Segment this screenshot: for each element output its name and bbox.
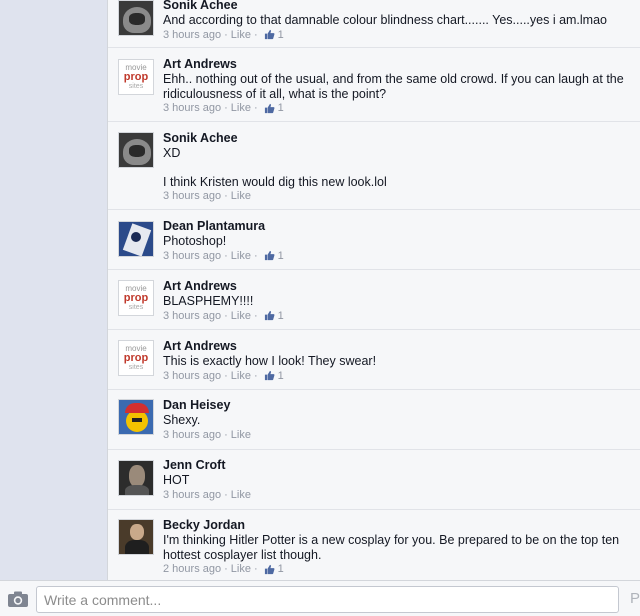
left-sidebar-strip xyxy=(0,0,107,580)
avatar[interactable] xyxy=(118,0,154,36)
avatar[interactable]: movie prop sites xyxy=(118,59,154,95)
commenter-name[interactable]: Jenn Croft xyxy=(163,458,633,473)
comment-text: HOT xyxy=(163,473,190,487)
logo-text: prop xyxy=(123,291,149,304)
commenter-name[interactable]: Art Andrews xyxy=(163,279,633,294)
thumbs-up-icon[interactable] xyxy=(264,564,275,575)
comment-item: Sonik Achee And according to that damnab… xyxy=(108,0,640,48)
logo-text: prop xyxy=(123,70,149,83)
commenter-name[interactable]: Dan Heisey xyxy=(163,398,633,413)
like-count[interactable]: 1 xyxy=(278,101,284,115)
comment-item: movie prop sites Art Andrews This is exa… xyxy=(108,330,640,390)
comment-composer: Post xyxy=(0,580,640,616)
timestamp[interactable]: 3 hours ago xyxy=(163,488,221,502)
like-count[interactable]: 1 xyxy=(278,309,284,323)
comment-meta: 3 hours ago · Like · 1 xyxy=(163,101,284,115)
timestamp[interactable]: 3 hours ago xyxy=(163,249,221,263)
thumbs-up-icon[interactable] xyxy=(264,370,275,381)
commenter-name[interactable]: Sonik Achee xyxy=(163,131,633,146)
timestamp[interactable]: 2 hours ago xyxy=(163,562,221,576)
avatar[interactable] xyxy=(118,399,154,435)
comment-meta: 2 hours ago · Like · 1 xyxy=(163,562,284,576)
like-link[interactable]: Like xyxy=(231,562,251,576)
commenter-name[interactable]: Sonik Achee xyxy=(163,0,633,13)
comment-meta: 3 hours ago · Like xyxy=(163,428,251,442)
avatar[interactable] xyxy=(118,132,154,168)
commenter-name[interactable]: Dean Plantamura xyxy=(163,219,633,234)
like-link[interactable]: Like xyxy=(231,369,251,383)
comment-input[interactable] xyxy=(36,586,619,613)
comment-item: Becky Jordan I'm thinking Hitler Potter … xyxy=(108,510,640,580)
comment-text-second: I think Kristen would dig this new look.… xyxy=(163,174,387,189)
like-count[interactable]: 1 xyxy=(278,28,284,42)
like-link[interactable]: Like xyxy=(231,428,251,442)
thumbs-up-icon[interactable] xyxy=(264,103,275,114)
comment-meta: 3 hours ago · Like · 1 xyxy=(163,309,284,323)
thumbs-up-icon[interactable] xyxy=(264,29,275,40)
comment-item: Sonik Achee XD I think Kristen would dig… xyxy=(108,122,640,210)
comment-meta: 3 hours ago · Like xyxy=(163,189,251,203)
comment-item: Jenn Croft HOT 3 hours ago · Like xyxy=(108,450,640,510)
like-link[interactable]: Like xyxy=(231,488,251,502)
logo-text: sites xyxy=(128,363,144,371)
comment-item: Dean Plantamura Photoshop! 3 hours ago · … xyxy=(108,210,640,270)
comment-meta: 3 hours ago · Like · 1 xyxy=(163,249,284,263)
post-button[interactable]: Post xyxy=(630,590,640,607)
timestamp[interactable]: 3 hours ago xyxy=(163,28,221,42)
avatar[interactable]: movie prop sites xyxy=(118,280,154,316)
commenter-name[interactable]: Art Andrews xyxy=(163,57,633,72)
logo-text: prop xyxy=(123,351,149,364)
thumbs-up-icon[interactable] xyxy=(264,250,275,261)
comment-text: BLASPHEMY!!!! xyxy=(163,294,254,308)
comment-text: XD xyxy=(163,146,181,160)
like-count[interactable]: 1 xyxy=(278,249,284,263)
comment-item: movie prop sites Art Andrews Ehh.. nothi… xyxy=(108,48,640,122)
commenter-name[interactable]: Becky Jordan xyxy=(163,518,633,533)
comment-text: Shexy. xyxy=(163,413,201,427)
like-link[interactable]: Like xyxy=(231,28,251,42)
like-link[interactable]: Like xyxy=(231,189,251,203)
like-count[interactable]: 1 xyxy=(278,562,284,576)
thumbs-up-icon[interactable] xyxy=(264,310,275,321)
comment-text: I'm thinking Hitler Potter is a new cosp… xyxy=(163,533,620,562)
logo-text: sites xyxy=(128,82,144,90)
camera-icon[interactable] xyxy=(7,590,29,608)
timestamp[interactable]: 3 hours ago xyxy=(163,101,221,115)
comment-item: movie prop sites Art Andrews BLASPHEMY!!… xyxy=(108,270,640,330)
timestamp[interactable]: 3 hours ago xyxy=(163,309,221,323)
timestamp[interactable]: 3 hours ago xyxy=(163,189,221,203)
comment-item: Dan Heisey Shexy. 3 hours ago · Like xyxy=(108,390,640,450)
comment-meta: 3 hours ago · Like · 1 xyxy=(163,369,284,383)
logo-text: sites xyxy=(128,303,144,311)
avatar[interactable] xyxy=(118,221,154,257)
comment-feed[interactable]: Sonik Achee And according to that damnab… xyxy=(107,0,640,580)
comment-text: Photoshop! xyxy=(163,234,227,248)
avatar[interactable] xyxy=(118,519,154,555)
comment-meta: 3 hours ago · Like · 1 xyxy=(163,28,284,42)
commenter-name[interactable]: Art Andrews xyxy=(163,339,633,354)
like-count[interactable]: 1 xyxy=(278,369,284,383)
like-link[interactable]: Like xyxy=(231,101,251,115)
timestamp[interactable]: 3 hours ago xyxy=(163,428,221,442)
comment-text: Ehh.. nothing out of the usual, and from… xyxy=(163,72,624,101)
avatar[interactable]: movie prop sites xyxy=(118,340,154,376)
timestamp[interactable]: 3 hours ago xyxy=(163,369,221,383)
comment-text: And according to that damnable colour bl… xyxy=(163,13,607,27)
avatar[interactable] xyxy=(118,460,154,496)
like-link[interactable]: Like xyxy=(231,309,251,323)
comment-text: This is exactly how I look! They swear! xyxy=(163,354,377,368)
like-link[interactable]: Like xyxy=(231,249,251,263)
comment-meta: 3 hours ago · Like xyxy=(163,488,251,502)
